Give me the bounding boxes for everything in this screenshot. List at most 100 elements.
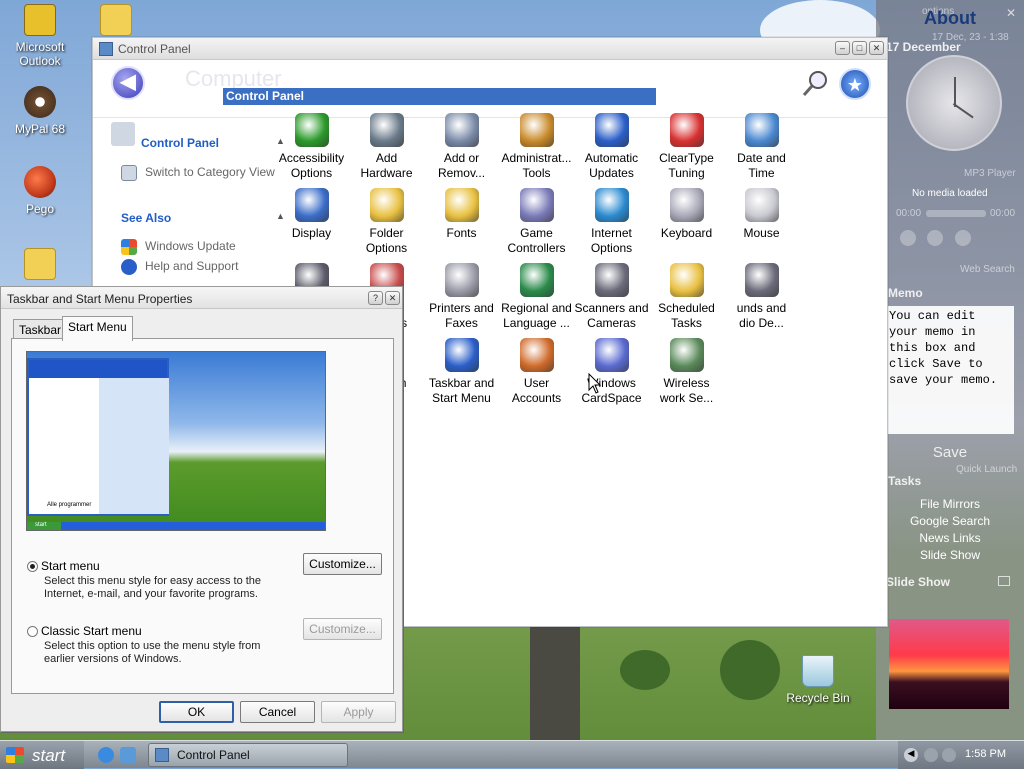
classic-start-menu-radio[interactable]	[27, 626, 38, 637]
next-icon[interactable]	[954, 230, 971, 246]
see-also-windows-update[interactable]: Windows Update	[121, 239, 236, 255]
desktop-icon-outlook[interactable]: Microsoft Outlook	[0, 4, 80, 68]
control-panel-item[interactable]: Add or Remov...	[424, 113, 499, 181]
cancel-button[interactable]: Cancel	[240, 701, 315, 723]
user-accounts-icon	[519, 338, 554, 372]
favorites-icon[interactable]: ★	[839, 68, 871, 100]
start-menu-radio[interactable]	[27, 561, 38, 572]
task-link-news-links[interactable]: News Links	[886, 531, 1014, 545]
memo-save-button[interactable]: Save	[886, 444, 1014, 461]
control-panel-item[interactable]: Wireless work Se...	[649, 338, 724, 406]
close-button[interactable]: ✕	[869, 41, 884, 55]
desktop-icon-mypal[interactable]: MyPal 68	[0, 86, 80, 136]
control-panel-item[interactable]: Accessibility Options	[274, 113, 349, 181]
cardspace-icon	[594, 338, 629, 372]
see-also-help-support[interactable]: Help and Support	[121, 259, 238, 275]
control-panel-item[interactable]: Fonts	[424, 188, 499, 241]
control-panel-item-label: Add or Remov...	[437, 151, 486, 180]
customize-start-menu-button[interactable]: Customize...	[303, 553, 382, 575]
task-link-slide-show[interactable]: Slide Show	[886, 548, 1014, 562]
memo-textarea[interactable]: You can edit your memo in this box and c…	[886, 306, 1014, 434]
tab-taskbar[interactable]: Taskbar	[13, 319, 68, 340]
window-title: Control Panel	[118, 42, 191, 56]
control-panel-item-label: Wireless work Se...	[659, 376, 714, 405]
control-panel-item[interactable]: Regional and Language ...	[499, 263, 574, 331]
control-panel-item[interactable]: Automatic Updates	[574, 113, 649, 181]
taskbar-button-label: Control Panel	[177, 748, 250, 762]
control-panel-item[interactable]: Windows CardSpace	[574, 338, 649, 406]
close-icon[interactable]: ✕	[1006, 6, 1016, 20]
task-link-google-search[interactable]: Google Search	[886, 514, 1014, 528]
help-button[interactable]: ?	[368, 291, 383, 305]
search-icon[interactable]	[799, 68, 831, 100]
control-panel-item[interactable]: Administrat... Tools	[499, 113, 574, 181]
back-button[interactable]: ◀	[111, 66, 145, 100]
control-panel-item[interactable]: unds and dio De...	[724, 263, 799, 331]
apply-button[interactable]: Apply	[321, 701, 396, 723]
accessibility-icon	[294, 113, 329, 147]
control-panel-item[interactable]: Mouse	[724, 188, 799, 241]
control-panel-item[interactable]: Add Hardware	[349, 113, 424, 181]
desktop-icon-folder[interactable]	[76, 4, 156, 40]
sidebar-date: 17 December	[886, 40, 961, 54]
control-panel-titlebar[interactable]: Control Panel – □ ✕	[93, 38, 887, 60]
stop-icon[interactable]	[927, 230, 944, 246]
system-tray: ◀ 1:58 PM	[898, 741, 1024, 769]
dialog-titlebar[interactable]: Taskbar and Start Menu Properties ? ✕	[1, 287, 402, 309]
control-panel-item[interactable]: Internet Options	[574, 188, 649, 256]
control-panel-icon	[99, 42, 113, 56]
control-panel-item[interactable]: Keyboard	[649, 188, 724, 241]
classic-start-menu-option-label[interactable]: Classic Start menu	[41, 624, 142, 638]
play-icon[interactable]	[900, 230, 916, 246]
archive-icon	[24, 248, 56, 280]
desktop-icon-pego[interactable]: Pego	[0, 166, 80, 216]
address-bar[interactable]: Control Panel	[223, 88, 656, 105]
taskbar-properties-dialog: Taskbar and Start Menu Properties ? ✕ Ta…	[0, 286, 403, 732]
taskbar: start Control Panel ◀ 1:58 PM	[0, 740, 1024, 769]
switch-category-view-link[interactable]: Switch to Category View	[121, 165, 275, 181]
tray-volume-icon[interactable]	[942, 748, 956, 762]
control-panel-icon	[155, 748, 169, 762]
sidebar-about[interactable]: About	[876, 8, 1024, 29]
see-also-title: See Also	[121, 211, 172, 225]
start-menu-option-label[interactable]: Start menu	[41, 559, 100, 573]
desktop-icon-recycle-bin[interactable]: Recycle Bin	[778, 655, 858, 705]
analog-clock	[906, 55, 1002, 151]
see-also-label: Help and Support	[145, 259, 239, 274]
start-button[interactable]: start	[0, 741, 84, 769]
preview-start-label: start	[35, 522, 47, 528]
minimize-button[interactable]: –	[835, 41, 850, 55]
tray-network-icon[interactable]	[924, 748, 938, 762]
control-panel-item[interactable]: User Accounts	[499, 338, 574, 406]
desktop-icon-archive[interactable]	[0, 248, 80, 284]
taskbar-clock[interactable]: 1:58 PM	[965, 748, 1006, 760]
tab-start-menu[interactable]: Start Menu	[62, 316, 133, 341]
slideshow-icon[interactable]	[998, 576, 1010, 586]
control-panel-item-label: Scanners and Cameras	[574, 301, 649, 330]
task-link-file-mirrors[interactable]: File Mirrors	[886, 497, 1014, 511]
ok-button[interactable]: OK	[159, 701, 234, 723]
taskbar-button-control-panel[interactable]: Control Panel	[148, 743, 348, 767]
close-button[interactable]: ✕	[385, 291, 400, 305]
automatic-updates-icon	[594, 113, 629, 147]
mp3-progress-bar[interactable]	[926, 210, 986, 217]
quick-launch-show-desktop-icon[interactable]	[120, 747, 136, 763]
control-panel-item[interactable]: Scheduled Tasks	[649, 263, 724, 331]
control-panel-item[interactable]: Game Controllers	[499, 188, 574, 256]
tray-arrow-icon[interactable]: ◀	[904, 748, 918, 762]
customize-classic-menu-button[interactable]: Customize...	[303, 618, 382, 640]
control-panel-item[interactable]: Taskbar and Start Menu	[424, 338, 499, 406]
control-panel-item[interactable]: Folder Options	[349, 188, 424, 256]
maximize-button[interactable]: □	[852, 41, 867, 55]
quick-launch-ie-icon[interactable]	[98, 747, 114, 763]
control-panel-item[interactable]: Printers and Faxes	[424, 263, 499, 331]
control-panel-item[interactable]: Scanners and Cameras	[574, 263, 649, 331]
help-icon	[121, 259, 137, 275]
control-panel-item-label: Mouse	[743, 226, 780, 240]
mp3-controls[interactable]	[900, 230, 1000, 246]
memo-text[interactable]: You can edit your memo in this box and c…	[889, 309, 997, 387]
control-panel-item[interactable]: Date and Time	[724, 113, 799, 181]
control-panel-item[interactable]: ClearType Tuning	[649, 113, 724, 181]
control-panel-item[interactable]: Display	[274, 188, 349, 241]
control-panel-item-label: Keyboard	[660, 226, 713, 240]
